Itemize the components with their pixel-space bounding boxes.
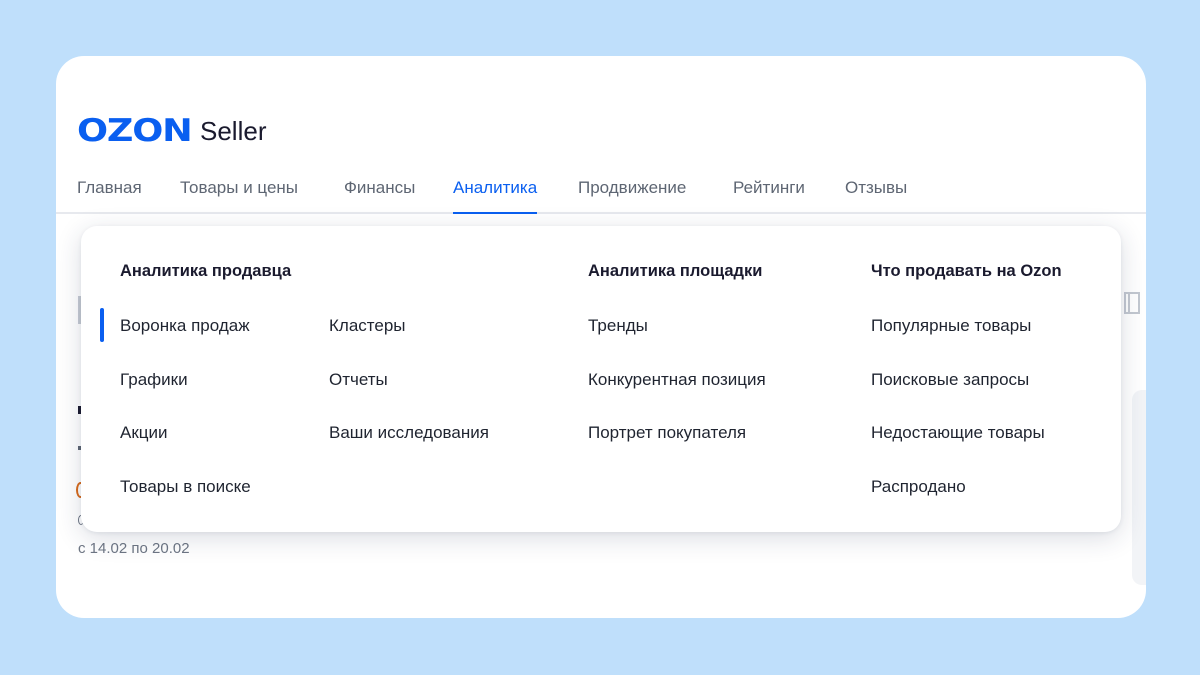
menu-item-buyer-portrait[interactable]: Портрет покупателя	[588, 422, 746, 444]
tab-reviews[interactable]: Отзывы	[845, 166, 907, 212]
background-side-panel	[1132, 390, 1146, 585]
tab-finance[interactable]: Финансы	[344, 166, 415, 212]
menu-item-your-research[interactable]: Ваши исследования	[329, 422, 489, 444]
menu-item-products-in-search[interactable]: Товары в поиске	[120, 476, 251, 498]
ozon-seller-logo[interactable]: OZON Seller	[77, 114, 266, 148]
menu-item-promotions[interactable]: Акции	[120, 422, 168, 444]
ozon-logo-mark: OZON	[77, 113, 193, 149]
menu-item-charts[interactable]: Графики	[120, 369, 188, 391]
menu-item-sales-funnel[interactable]: Воронка продаж	[120, 315, 250, 337]
menu-item-clusters[interactable]: Кластеры	[329, 315, 406, 337]
tab-analytics[interactable]: Аналитика	[453, 166, 538, 214]
seller-analytics-heading: Аналитика продавца	[120, 262, 292, 280]
menu-item-popular-products[interactable]: Популярные товары	[871, 315, 1031, 337]
tab-products-prices[interactable]: Товары и цены	[180, 166, 298, 212]
menu-item-reports[interactable]: Отчеты	[329, 369, 388, 391]
book-icon[interactable]	[1122, 290, 1144, 321]
menu-item-sold-out[interactable]: Распродано	[871, 476, 966, 498]
tab-promotion[interactable]: Продвижение	[578, 166, 686, 212]
main-nav: Главная Товары и цены Финансы Аналитика …	[56, 166, 1146, 214]
menu-item-search-queries[interactable]: Поисковые запросы	[871, 369, 1029, 391]
analytics-dropdown-menu: Аналитика продавца Аналитика площадки Чт…	[81, 226, 1121, 532]
menu-item-trends[interactable]: Тренды	[588, 315, 648, 337]
tab-ratings[interactable]: Рейтинги	[733, 166, 805, 212]
platform-analytics-heading: Аналитика площадки	[588, 262, 763, 280]
menu-item-competitive-position[interactable]: Конкурентная позиция	[588, 369, 766, 391]
date-range-label: с 14.02 по 20.02	[78, 540, 190, 557]
active-item-indicator	[100, 308, 104, 342]
what-to-sell-heading: Что продавать на Ozon	[871, 262, 1062, 280]
tab-main[interactable]: Главная	[77, 166, 142, 212]
menu-item-missing-products[interactable]: Недостающие товары	[871, 422, 1045, 444]
